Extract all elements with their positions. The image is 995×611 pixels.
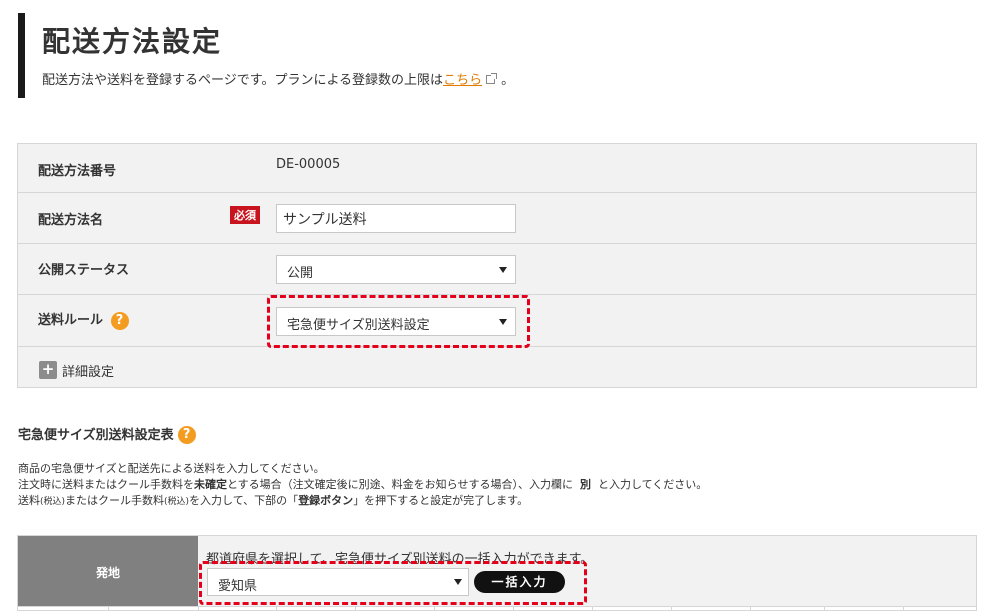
instruction-line-3: 送料(税込)またはクール手数料(税込)を入力して、下部の「登録ボタン」を押下する… (18, 493, 707, 510)
method-name-label: 配送方法名 (38, 213, 104, 228)
instruction-line-2: 注文時に送料またはクール手数料を未確定とする場合（注文確定後に別途、料金をお知ら… (18, 477, 707, 493)
grid-line (513, 607, 514, 610)
instruction-bold: 別 (579, 478, 591, 491)
help-icon[interactable]: ? (110, 312, 129, 330)
instruction-bold: 登録ボタン (298, 494, 354, 507)
page-description: 配送方法や送料を登録するページです。プランによる登録数の上限はこちら 。 (42, 69, 514, 88)
shipping-rule-label-text: 送料ルール (38, 313, 104, 328)
grid-line (434, 607, 435, 610)
instruction-text: 注文時に送料またはクール手数料を (18, 478, 194, 491)
grid-line (108, 607, 109, 610)
publish-status-label: 公開ステータス (38, 263, 130, 278)
highlight-box-shipping-rule (267, 295, 530, 348)
expand-plus-icon[interactable]: + (39, 361, 57, 379)
detail-settings-label[interactable]: 詳細設定 (62, 361, 114, 380)
instruction-bold: 未確定 (194, 478, 227, 491)
row-detail-settings[interactable]: + 詳細設定 (18, 347, 976, 388)
required-badge: 必須 (230, 206, 260, 224)
section-title-text: 宅急便サイズ別送料設定表 (18, 428, 174, 443)
row-shipping-rule: 送料ルール ? 宅急便サイズ別送料設定 (18, 295, 976, 348)
origin-header-cell: 発地 (18, 536, 198, 610)
instruction-text: と入力してください。 (597, 478, 708, 491)
method-name-input[interactable]: サンプル送料 (276, 204, 516, 233)
description-text: 配送方法や送料を登録するページです。プランによる登録数の上限は (42, 73, 444, 88)
table-grid-top (18, 606, 976, 610)
method-number-label: 配送方法番号 (38, 164, 117, 179)
grid-line (671, 607, 672, 610)
help-icon[interactable]: ? (177, 425, 196, 444)
instructions: 商品の宅急便サイズと配送先による送料を入力してください。 注文時に送料またはクー… (18, 461, 707, 510)
instruction-small: (税込) (40, 497, 66, 507)
grid-line (355, 607, 356, 610)
page-title: 配送方法設定 (42, 25, 223, 58)
description-end: 。 (501, 73, 515, 88)
grid-line (903, 607, 904, 610)
instruction-text: 」を押下すると設定が完了します。 (353, 494, 529, 507)
external-link-icon (486, 73, 498, 84)
row-publish-status: 公開ステータス 公開 (18, 244, 976, 295)
row-method-number: 配送方法番号 DE-00005 (18, 144, 976, 193)
publish-status-value: 公開 (287, 266, 314, 281)
instruction-text: またはクール手数料 (65, 494, 165, 507)
instruction-line-1: 商品の宅急便サイズと配送先による送料を入力してください。 (18, 462, 325, 475)
grid-line (824, 607, 825, 610)
method-number-value: DE-00005 (276, 157, 341, 172)
instruction-text: を入力して、下部の「 (189, 494, 299, 507)
highlight-box-bulk-input (199, 561, 587, 605)
instruction-text: 送料 (18, 494, 40, 507)
plan-limit-link[interactable]: こちら (443, 73, 482, 88)
grid-line (592, 607, 593, 610)
grid-line (198, 607, 199, 610)
instruction-text: とする場合（注文確定後に別途、料金をお知らせする場合）、入力欄に (227, 478, 573, 491)
grid-line (276, 607, 277, 610)
publish-status-select[interactable]: 公開 (276, 255, 516, 284)
title-accent-bar (18, 13, 25, 98)
origin-header-label: 発地 (95, 566, 120, 580)
delivery-settings-form: 配送方法番号 DE-00005 配送方法名 必須 サンプル送料 公開ステータス … (17, 143, 977, 388)
section-title: 宅急便サイズ別送料設定表? (18, 424, 196, 445)
shipping-rule-label: 送料ルール ? (38, 309, 129, 330)
size-shipping-table: 発地 都道府県を選択して、宅急便サイズ別送料の一括入力ができます。 愛知県 一括… (17, 535, 977, 611)
grid-line (750, 607, 751, 610)
instruction-small: (税込) (164, 497, 190, 507)
chevron-down-icon (499, 267, 507, 273)
row-method-name: 配送方法名 必須 サンプル送料 (18, 193, 976, 244)
